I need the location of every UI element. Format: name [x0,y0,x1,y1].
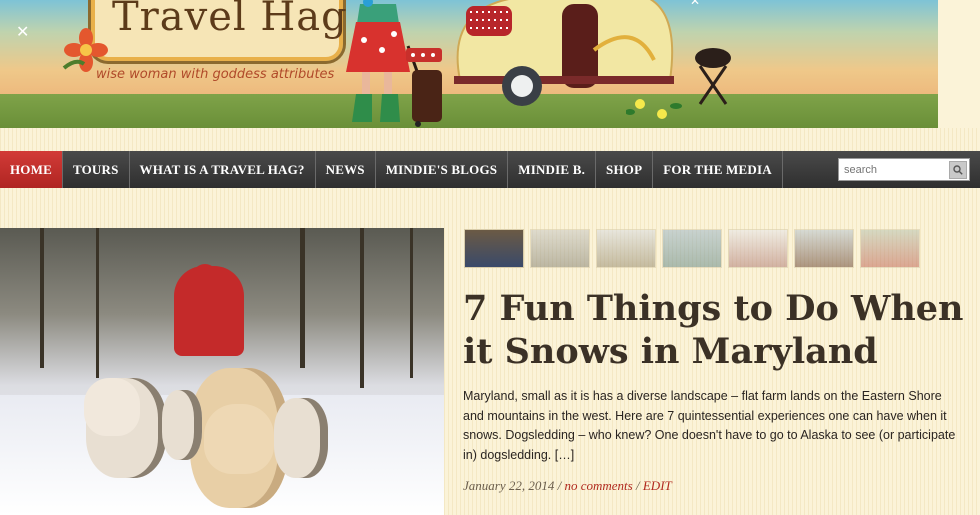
nav-item-what-is-a-travel-hag[interactable]: WHAT IS A TRAVEL HAG? [130,151,316,188]
nav-item-label: SHOP [606,161,643,177]
thumbnail-strip [464,229,920,268]
search-icon [953,164,963,175]
post-date: January 22, 2014 [463,478,555,493]
edit-link[interactable]: EDIT [643,478,672,493]
nav-item-mindies-blogs[interactable]: MINDIE'S BLOGS [376,151,509,188]
nav-item-label: NEWS [325,161,365,177]
flower-icon [62,28,108,72]
nav-item-label: MINDIE B. [518,161,586,177]
nav-item-label: MINDIE'S BLOGS [385,161,498,177]
thumbnail-snowy-scene[interactable] [728,229,788,268]
nav-item-label: TOURS [72,161,119,177]
meta-separator: / [635,478,640,493]
nav-item-tours[interactable]: TOURS [63,151,130,188]
thumbnail-historic-building[interactable] [794,229,854,268]
search-input[interactable] [839,159,947,180]
thumbnail-group-photo[interactable] [860,229,920,268]
search-box [838,158,970,181]
thumbnail-harbor[interactable] [662,229,722,268]
tree-trunk [40,228,44,368]
banner-edge [938,0,980,128]
thumbnail-monument[interactable] [596,229,656,268]
post-meta: January 22, 2014 / no comments / EDIT [463,478,672,494]
thumbnail-rock-landscape[interactable] [530,229,590,268]
site-logo-title[interactable]: Travel Hag [112,0,348,40]
nav-item-label: FOR THE MEDIA [663,161,772,177]
daisy-flowers-icon [626,99,682,119]
main-nav: HOME TOURS WHAT IS A TRAVEL HAG? NEWS MI… [0,151,980,188]
site-tagline: wise woman with goddess attributes [96,67,335,82]
nav-item-news[interactable]: NEWS [316,151,376,188]
post-title[interactable]: 7 Fun Things to Do When it Snows in Mary… [463,287,973,373]
nav-item-home[interactable]: HOME [0,151,63,188]
nav-item-for-the-media[interactable]: FOR THE MEDIA [653,151,783,188]
tree-trunk [360,228,364,388]
tree-trunk [410,228,413,378]
post-excerpt: Maryland, small as it is has a diverse l… [463,389,956,462]
comments-link[interactable]: no comments [564,478,632,493]
husky-dog [162,390,202,460]
husky-head [84,378,140,436]
musher-figure [174,266,244,356]
meta-separator: / [557,478,562,493]
nav-item-shop[interactable]: SHOP [596,151,654,188]
nav-item-label: WHAT IS A TRAVEL HAG? [139,161,305,177]
sparkle-icon: ✕ [690,0,701,8]
thumbnail-person-portrait[interactable] [464,229,524,268]
husky-dog [274,398,328,478]
search-button[interactable] [949,160,967,179]
sparkle-icon: ✕ [16,24,30,41]
tree-trunk [300,228,305,368]
husky-head [204,404,274,474]
header-banner: Travel Hag wise woman with goddess attri… [0,0,938,128]
nav-item-label: HOME [10,161,52,177]
nav-item-mindie-b[interactable]: MINDIE B. [508,151,597,188]
featured-image-dogsledding[interactable] [0,228,444,515]
tree-trunk [96,228,99,378]
grill-icon [695,48,731,105]
